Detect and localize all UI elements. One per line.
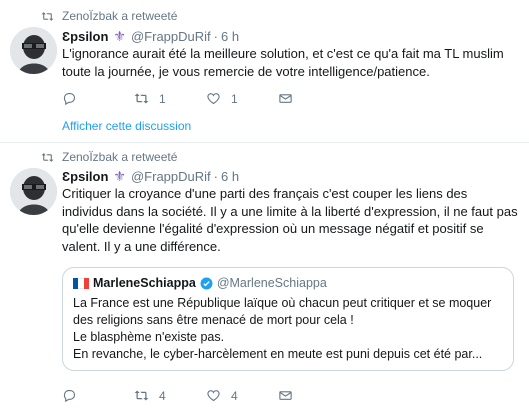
tweet-1[interactable]: ZenoÏzbak a retweeté Ɛpsilon ⚜ @FrappDuR… xyxy=(0,0,529,142)
retweet-count: 1 xyxy=(159,91,166,106)
reply-button[interactable] xyxy=(62,388,134,403)
quoted-text-line: La France est une République laïque où c… xyxy=(73,296,492,310)
quoted-user-handle[interactable]: @MarleneSchiappa xyxy=(217,276,327,290)
tweet-header: Ɛpsilon ⚜ @FrappDuRif · 6 h xyxy=(62,28,239,45)
reply-icon xyxy=(63,389,76,403)
like-button[interactable]: 1 xyxy=(206,91,278,106)
avatar[interactable] xyxy=(10,27,57,74)
heart-icon xyxy=(207,390,220,402)
tweet-actions: 1 1 xyxy=(62,91,350,106)
display-name[interactable]: Ɛpsilon xyxy=(62,169,108,184)
quoted-tweet[interactable]: MarleneSchiappa @MarleneSchiappa La Fran… xyxy=(62,267,514,371)
show-thread-link[interactable]: Afficher cette discussion xyxy=(62,119,191,133)
tweet-text: Critiquer la croyance d'une parti des fr… xyxy=(62,186,518,254)
retweet-icon xyxy=(134,390,149,401)
quoted-text-line: En revanche, le cyber-harcèlement en meu… xyxy=(73,347,483,361)
dm-button[interactable] xyxy=(278,388,350,403)
envelope-icon xyxy=(279,94,292,103)
timestamp[interactable]: 6 h xyxy=(221,29,239,44)
user-handle[interactable]: @FrappDuRif xyxy=(131,29,211,44)
tweet-text: L'ignorance aurait été la meilleure solu… xyxy=(62,46,504,79)
avatar[interactable] xyxy=(10,168,57,215)
like-count: 4 xyxy=(231,388,238,403)
retweet-icon xyxy=(41,11,54,21)
fleur-de-lis-icon: ⚜ xyxy=(113,168,126,184)
retweet-count: 4 xyxy=(159,388,166,403)
quoted-tweet-header: MarleneSchiappa @MarleneSchiappa xyxy=(73,276,503,290)
quoted-display-name[interactable]: MarleneSchiappa xyxy=(93,276,196,290)
retweet-button[interactable]: 4 xyxy=(134,388,206,403)
reply-button[interactable] xyxy=(62,91,134,106)
retweet-indicator-text[interactable]: ZenoÏzbak a retweeté xyxy=(62,150,177,164)
retweet-indicator-text[interactable]: ZenoÏzbak a retweeté xyxy=(62,9,177,23)
tweet-2[interactable]: ZenoÏzbak a retweeté Ɛpsilon ⚜ @FrappDuR… xyxy=(0,143,529,409)
fleur-de-lis-icon: ⚜ xyxy=(113,28,126,44)
france-flag-icon xyxy=(73,277,89,289)
quoted-text-line: Le blasphème n'existe pas. xyxy=(73,330,225,344)
verified-badge-icon xyxy=(200,277,213,289)
separator: · xyxy=(213,29,218,44)
tweet-actions: 4 4 xyxy=(62,388,350,403)
retweet-button[interactable]: 1 xyxy=(134,91,206,106)
retweet-indicator: ZenoÏzbak a retweeté xyxy=(41,150,177,164)
retweet-icon xyxy=(134,93,149,104)
heart-icon xyxy=(207,93,220,105)
user-handle[interactable]: @FrappDuRif xyxy=(131,169,211,184)
envelope-icon xyxy=(279,391,292,400)
dm-button[interactable] xyxy=(278,91,350,106)
retweet-icon xyxy=(41,152,54,162)
quoted-text-line: des religions sans être menacé de mort p… xyxy=(73,313,354,327)
tweet-header: Ɛpsilon ⚜ @FrappDuRif · 6 h xyxy=(62,168,239,185)
reply-icon xyxy=(63,92,76,106)
display-name[interactable]: Ɛpsilon xyxy=(62,29,108,44)
retweet-indicator: ZenoÏzbak a retweeté xyxy=(41,9,177,23)
timestamp[interactable]: 6 h xyxy=(221,169,239,184)
separator: · xyxy=(213,169,218,184)
like-count: 1 xyxy=(231,91,238,106)
like-button[interactable]: 4 xyxy=(206,388,278,403)
